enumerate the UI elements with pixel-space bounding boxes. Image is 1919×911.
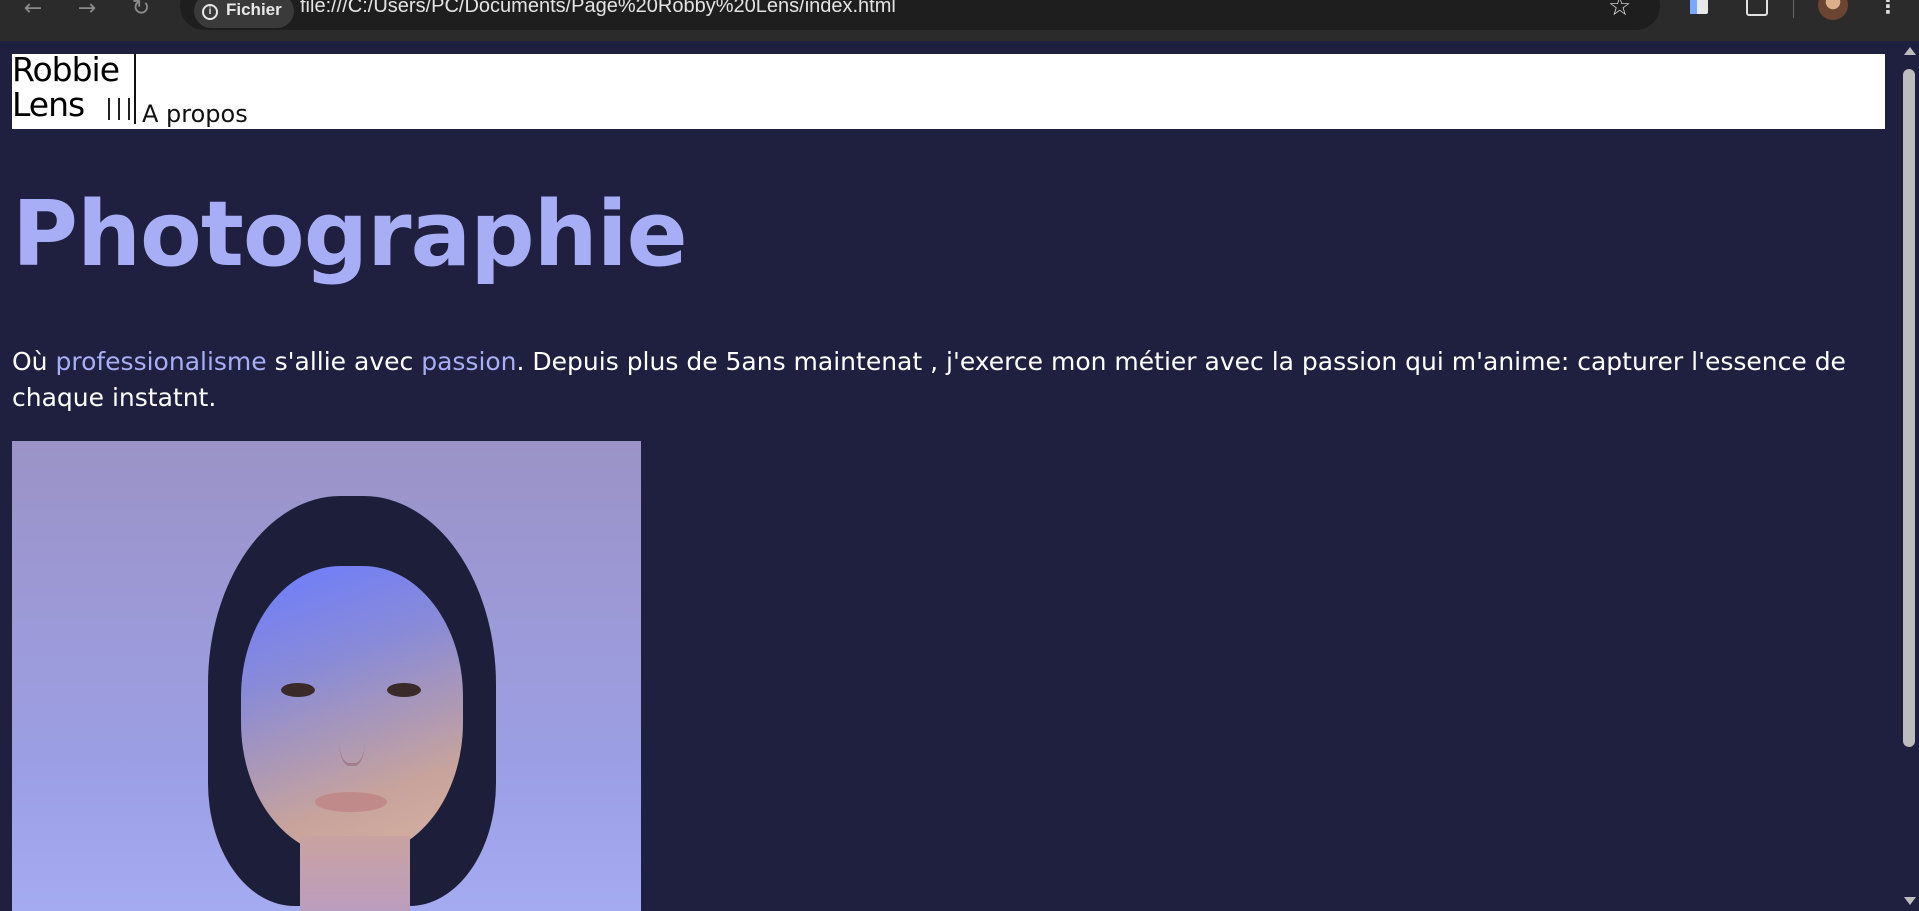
page-scrollbar[interactable] bbox=[1900, 41, 1919, 911]
scroll-down-arrow-icon[interactable] bbox=[1904, 897, 1916, 905]
bookmark-star-icon[interactable]: ☆ bbox=[1608, 0, 1631, 22]
logo-bars-icon bbox=[106, 98, 134, 120]
sidepanel-icon[interactable] bbox=[1690, 0, 1708, 14]
site-info-label: Fichier bbox=[226, 0, 282, 19]
intro-accent-passion: passion bbox=[421, 347, 517, 376]
toolbar-divider bbox=[1793, 0, 1794, 18]
forward-icon[interactable]: → bbox=[72, 0, 102, 24]
extensions-icon[interactable] bbox=[1746, 0, 1768, 16]
portrait-face bbox=[241, 566, 463, 856]
intro-mid: s'allie avec bbox=[266, 347, 422, 376]
intro-prefix: Où bbox=[12, 347, 56, 376]
portrait-nose bbox=[339, 706, 365, 766]
info-icon: i bbox=[202, 4, 218, 20]
site-header: Robbie Lens A propos bbox=[12, 50, 1885, 129]
logo-line1: Robbie bbox=[12, 50, 120, 89]
scroll-up-arrow-icon[interactable] bbox=[1904, 47, 1916, 55]
site-info-chip[interactable]: i Fichier bbox=[194, 0, 294, 28]
reload-icon[interactable]: ↻ bbox=[126, 0, 156, 24]
portrait-eye-left bbox=[281, 683, 315, 697]
portrait-lips bbox=[315, 792, 387, 812]
nav-link-apropos[interactable]: A propos bbox=[142, 100, 248, 128]
portrait-photo bbox=[12, 441, 641, 911]
portrait-neck bbox=[300, 836, 410, 911]
intro-paragraph: Où professionalisme s'allie avec passion… bbox=[12, 344, 1872, 416]
address-bar[interactable]: i Fichier file:///C:/Users/PC/Documents/P… bbox=[180, 0, 1660, 30]
url-text[interactable]: file:///C:/Users/PC/Documents/Page%20Rob… bbox=[300, 0, 896, 18]
back-icon[interactable]: ← bbox=[18, 0, 48, 24]
browser-toolbar: ← → ↻ i Fichier file:///C:/Users/PC/Docum… bbox=[0, 0, 1919, 41]
intro-accent-professionalisme: professionalisme bbox=[55, 347, 267, 376]
scroll-thumb[interactable] bbox=[1903, 69, 1915, 747]
portrait-eye-right bbox=[387, 683, 421, 697]
page-title: Photographie bbox=[12, 182, 688, 287]
site-logo[interactable]: Robbie Lens bbox=[12, 50, 136, 124]
browser-menu-icon[interactable]: ⋮ bbox=[1878, 0, 1898, 18]
profile-avatar[interactable] bbox=[1818, 0, 1848, 20]
logo-line2: Lens bbox=[12, 85, 85, 124]
